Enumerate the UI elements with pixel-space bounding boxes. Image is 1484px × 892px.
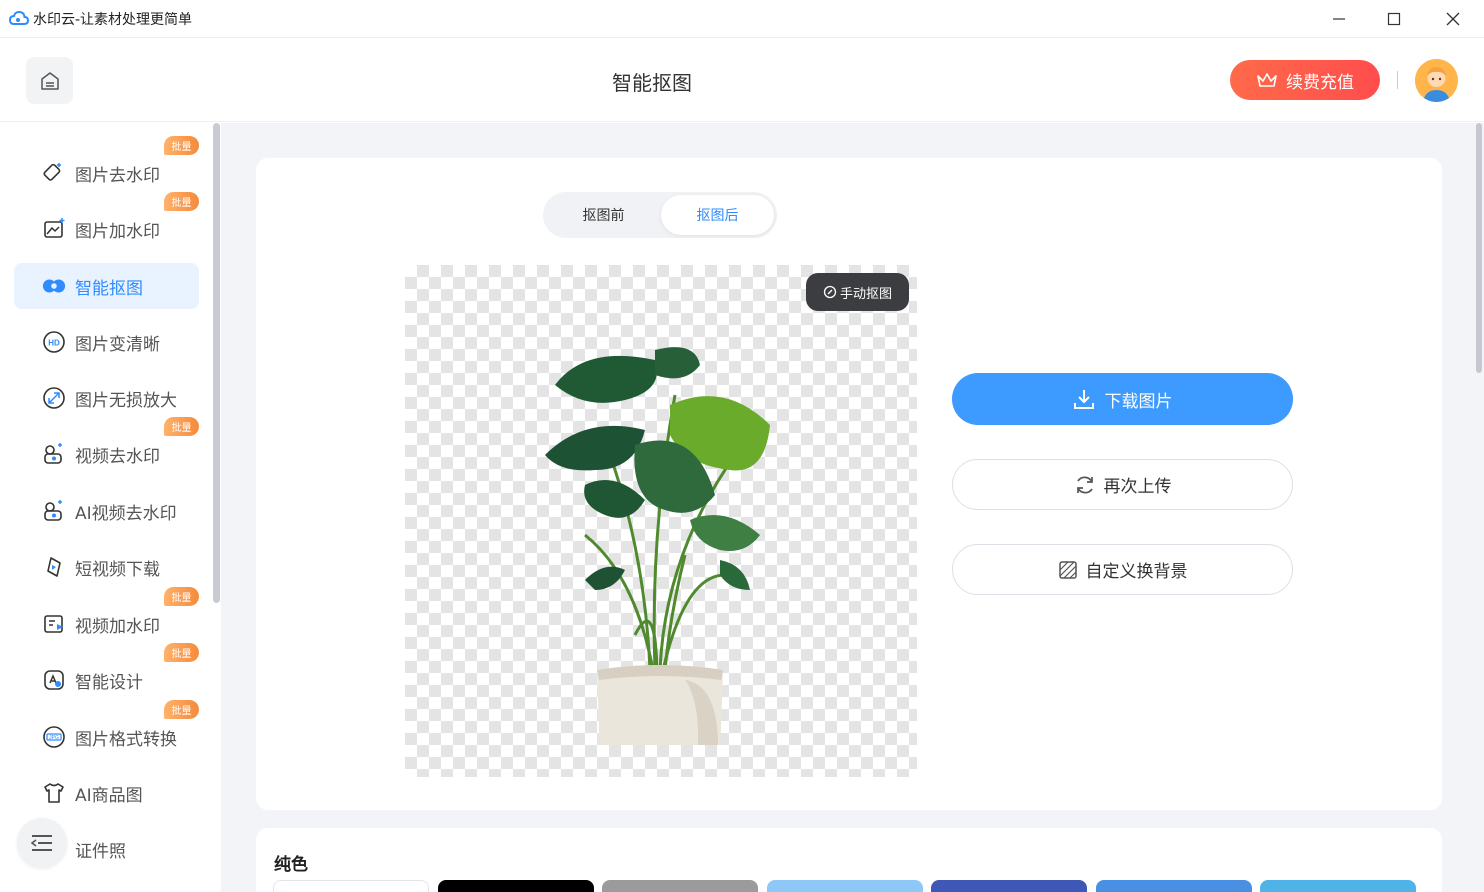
window-title: 水印云-让素材处理更简单 bbox=[33, 12, 193, 28]
renew-label: 续费充值 bbox=[1286, 72, 1354, 93]
sidebar-item-smart-cutout[interactable]: 智能抠图 bbox=[14, 263, 199, 309]
sidebar-item-short-video-download[interactable]: 短视频下载 bbox=[14, 544, 199, 590]
color-swatch-black[interactable] bbox=[438, 880, 594, 892]
sidebar-item-label: 图片无损放大 bbox=[75, 390, 177, 411]
before-after-toggle: 抠图前 抠图后 bbox=[543, 192, 777, 238]
video-add-icon bbox=[42, 612, 66, 636]
design-icon bbox=[42, 668, 66, 692]
batch-badge: 批量 bbox=[164, 417, 199, 436]
download-icon bbox=[1073, 390, 1094, 409]
solid-color-title: 纯色 bbox=[274, 855, 308, 875]
collapse-menu-button[interactable] bbox=[17, 818, 67, 868]
sidebar-item-label: 图片加水印 bbox=[75, 221, 160, 242]
sidebar-item-add-image-watermark[interactable]: 图片加水印 批量 bbox=[14, 192, 199, 252]
avatar[interactable] bbox=[1415, 59, 1458, 102]
sidebar-item-label: 智能抠图 bbox=[75, 278, 143, 299]
manual-cutout-button[interactable]: 手动抠图 bbox=[806, 273, 909, 311]
download-button[interactable]: 下载图片 bbox=[952, 373, 1293, 425]
reupload-button[interactable]: 再次上传 bbox=[952, 459, 1293, 510]
image-add-icon bbox=[42, 217, 66, 241]
svg-text:HD: HD bbox=[48, 339, 60, 348]
batch-badge: 批量 bbox=[164, 643, 199, 662]
tab-after[interactable]: 抠图后 bbox=[661, 195, 774, 235]
sidebar-item-format-convert[interactable]: JPG 图片格式转换 批量 bbox=[14, 700, 199, 760]
plant-image bbox=[545, 347, 770, 745]
ai-video-icon bbox=[42, 499, 66, 523]
custom-background-label: 自定义换背景 bbox=[1085, 562, 1188, 582]
custom-background-button[interactable]: 自定义换背景 bbox=[952, 544, 1293, 595]
sidebar-item-label: 图片去水印 bbox=[75, 165, 160, 186]
sidebar-item-add-video-watermark[interactable]: 视频加水印 批量 bbox=[14, 587, 199, 647]
sidebar-item-remove-image-watermark[interactable]: 图片去水印 批量 bbox=[14, 136, 199, 196]
cutout-preview: 手动抠图 bbox=[405, 265, 917, 777]
maximize-icon bbox=[1387, 12, 1401, 26]
maximize-button[interactable] bbox=[1371, 0, 1417, 38]
hd-icon: HD bbox=[42, 330, 66, 354]
reupload-label: 再次上传 bbox=[1103, 477, 1172, 497]
jpg-convert-icon: JPG bbox=[42, 725, 66, 749]
user-avatar-icon bbox=[1415, 59, 1458, 102]
minimize-button[interactable] bbox=[1316, 0, 1362, 38]
sidebar-item-label: 短视频下载 bbox=[75, 559, 160, 580]
batch-badge: 批量 bbox=[164, 136, 199, 155]
video-eraser-icon bbox=[42, 442, 66, 466]
sidebar-item-label: AI商品图 bbox=[75, 785, 143, 806]
color-swatch-navy[interactable] bbox=[931, 880, 1087, 892]
sidebar-item-label: 智能设计 bbox=[75, 672, 143, 693]
sidebar-item-label: 证件照 bbox=[75, 841, 126, 862]
batch-badge: 批量 bbox=[164, 700, 199, 719]
sidebar: 图片去水印 批量 图片加水印 批量 智能抠图 HD 图片变清晰 图片无损放大 视… bbox=[0, 123, 221, 892]
close-icon bbox=[1446, 12, 1460, 26]
enlarge-icon bbox=[42, 386, 66, 410]
main-area: 抠图前 抠图后 手动抠图 下载图片 再次上传 自定义换背景 纯色 bbox=[221, 123, 1484, 892]
tab-before[interactable]: 抠图前 bbox=[547, 195, 660, 235]
menu-icon bbox=[31, 835, 52, 851]
main-scrollbar[interactable] bbox=[1476, 123, 1482, 373]
sidebar-item-label: 图片变清晰 bbox=[75, 334, 160, 355]
crown-icon bbox=[1257, 73, 1277, 87]
batch-badge: 批量 bbox=[164, 587, 199, 606]
manual-cutout-label: 手动抠图 bbox=[839, 286, 892, 302]
svg-text:JPG: JPG bbox=[49, 735, 59, 741]
cloud-logo-icon bbox=[9, 10, 29, 25]
preview-card: 抠图前 抠图后 手动抠图 下载图片 再次上传 自定义换背景 bbox=[256, 158, 1442, 810]
background-color-card: 纯色 bbox=[256, 828, 1442, 892]
cutout-icon bbox=[42, 274, 66, 298]
sidebar-item-label: 视频加水印 bbox=[75, 616, 160, 637]
app-header: 智能抠图 续费充值 bbox=[0, 38, 1484, 122]
download-label: 下载图片 bbox=[1104, 391, 1173, 412]
manual-edit-icon bbox=[823, 285, 837, 299]
sidebar-item-label: 图片格式转换 bbox=[75, 729, 177, 750]
sidebar-item-ai-video-watermark[interactable]: AI视频去水印 bbox=[14, 488, 199, 534]
color-swatch-white[interactable] bbox=[273, 880, 429, 892]
refresh-icon bbox=[1076, 476, 1093, 493]
page-title: 智能抠图 bbox=[612, 71, 692, 95]
sidebar-item-remove-video-watermark[interactable]: 视频去水印 批量 bbox=[14, 417, 199, 477]
renew-button[interactable]: 续费充值 bbox=[1230, 60, 1380, 100]
header-divider bbox=[1397, 71, 1398, 89]
background-pattern-icon bbox=[1058, 560, 1077, 579]
sidebar-item-lossless-enlarge[interactable]: 图片无损放大 bbox=[14, 375, 199, 421]
tshirt-icon bbox=[42, 781, 66, 805]
sidebar-item-image-enhance[interactable]: HD 图片变清晰 bbox=[14, 319, 199, 365]
sidebar-item-label: 视频去水印 bbox=[75, 446, 160, 467]
sidebar-item-label: AI视频去水印 bbox=[75, 503, 177, 524]
color-swatch-gray[interactable] bbox=[602, 880, 758, 892]
color-swatch-sky[interactable] bbox=[1260, 880, 1416, 892]
sidebar-item-smart-design[interactable]: 智能设计 批量 bbox=[14, 643, 199, 703]
minimize-icon bbox=[1333, 18, 1345, 20]
sidebar-item-ai-product-image[interactable]: AI商品图 bbox=[14, 770, 199, 816]
color-swatch-blue[interactable] bbox=[1096, 880, 1252, 892]
eraser-icon bbox=[42, 161, 66, 185]
color-swatch-light-blue[interactable] bbox=[767, 880, 923, 892]
download-video-icon bbox=[42, 555, 66, 579]
window-titlebar: 水印云-让素材处理更简单 bbox=[0, 0, 1484, 38]
sidebar-scrollbar[interactable] bbox=[213, 123, 220, 603]
batch-badge: 批量 bbox=[164, 192, 199, 211]
close-button[interactable] bbox=[1430, 0, 1476, 38]
